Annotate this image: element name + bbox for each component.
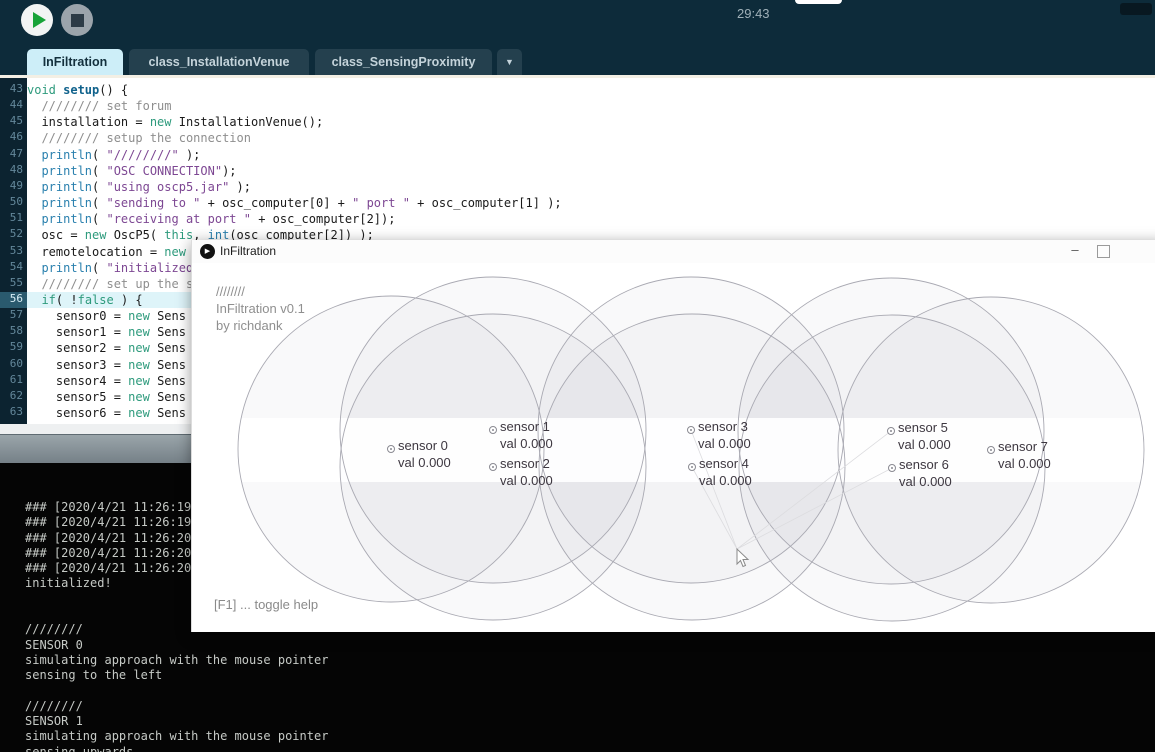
stop-button[interactable] [61,4,93,36]
sketch-canvas[interactable]: //////// InFiltration v0.1 by richdank s… [192,263,1155,632]
line-number: 58 [0,324,23,340]
line-number: 48 [0,163,23,179]
sketch-header: //////// InFiltration v0.1 by richdank [216,283,305,334]
code-line-44: //////// set forum [27,98,1155,114]
sensor-label-2: sensor 2val 0.000 [500,455,553,489]
minimize-button[interactable]: – [1060,240,1090,262]
ide-toolbar: 29:43 [0,0,1155,45]
console-line: SENSOR 0 [25,638,1155,653]
code-line-45: installation = new InstallationVenue(); [27,114,1155,130]
line-number: 47 [0,147,23,163]
line-number: 63 [0,405,23,421]
console-line: //////// [25,699,1155,714]
line-number: 56 [0,292,27,308]
line-number: 57 [0,308,23,324]
stop-icon [71,14,84,27]
line-number: 54 [0,260,23,276]
recording-timer: 29:43 [737,6,770,21]
sensor-marker-0 [387,445,395,453]
line-number: 44 [0,98,23,114]
code-line-51: println( "receiving at port " + osc_comp… [27,211,1155,227]
tab-InFiltration[interactable]: InFiltration [27,49,123,75]
line-number: 51 [0,211,23,227]
sensor-label-1: sensor 1val 0.000 [500,418,553,452]
screen: 29:43 InFiltrationclass_InstallationVenu… [0,0,1155,752]
console-line: simulating approach with the mouse point… [25,729,1155,744]
sketch-app-icon: ▶ [200,244,215,259]
overlay-chip [1120,3,1152,15]
console-line [25,684,1155,699]
code-line-50: println( "sending to " + osc_computer[0]… [27,195,1155,211]
console-line: sensing upwards [25,745,1155,752]
sketch-title: InFiltration [220,244,276,258]
code-line-47: println( "////////" ); [27,147,1155,163]
tab-class_SensingProximity[interactable]: class_SensingProximity [315,49,492,75]
sensor-label-3: sensor 3val 0.000 [698,418,751,452]
overlay-pill [795,0,842,4]
help-hint: [F1] ... toggle help [214,597,318,612]
line-number: 62 [0,389,23,405]
sensor-label-0: sensor 0val 0.000 [398,437,451,471]
code-line-46: //////// setup the connection [27,130,1155,146]
sensor-marker-2 [489,463,497,471]
sensor-marker-5 [887,427,895,435]
play-icon [33,12,46,28]
tab-dropdown[interactable]: ▼ [497,49,522,75]
line-number: 50 [0,195,23,211]
line-number: 46 [0,130,23,146]
code-line-49: println( "using oscp5.jar" ); [27,179,1155,195]
sensor-label-4: sensor 4val 0.000 [699,455,752,489]
tab-bar: InFiltrationclass_InstallationVenueclass… [0,45,1155,75]
header-slashes: //////// [216,283,305,300]
line-number: 49 [0,179,23,195]
console-line: simulating approach with the mouse point… [25,653,1155,668]
line-number: 52 [0,227,23,243]
run-button[interactable] [21,4,53,36]
tab-class_InstallationVenue[interactable]: class_InstallationVenue [129,49,309,75]
sensor-marker-7 [987,446,995,454]
sketch-window: ▶ InFiltration – //////// InFiltration v… [191,240,1155,632]
code-line-43: void setup() { [27,82,1155,98]
sensor-marker-1 [489,426,497,434]
sketch-version: InFiltration v0.1 [216,300,305,317]
line-number: 59 [0,340,23,356]
sensor-marker-4 [688,463,696,471]
sensor-label-7: sensor 7val 0.000 [998,438,1051,472]
sensor-label-5: sensor 5val 0.000 [898,419,951,453]
line-number: 61 [0,373,23,389]
line-number-gutter: 4344454647484950515253545556575859606162… [0,78,27,424]
console-line: SENSOR 1 [25,714,1155,729]
line-number: 60 [0,357,23,373]
sensor-label-6: sensor 6val 0.000 [899,456,952,490]
console-line: sensing to the left [25,668,1155,683]
line-number: 55 [0,276,23,292]
sketch-titlebar[interactable]: ▶ InFiltration – [192,240,1155,264]
sensor-marker-3 [687,426,695,434]
code-line-48: println( "OSC CONNECTION"); [27,163,1155,179]
sensor-marker-6 [888,464,896,472]
line-number: 53 [0,244,23,260]
maximize-button[interactable] [1097,245,1110,258]
line-number: 45 [0,114,23,130]
sketch-author: by richdank [216,317,305,334]
line-number: 43 [0,82,23,98]
